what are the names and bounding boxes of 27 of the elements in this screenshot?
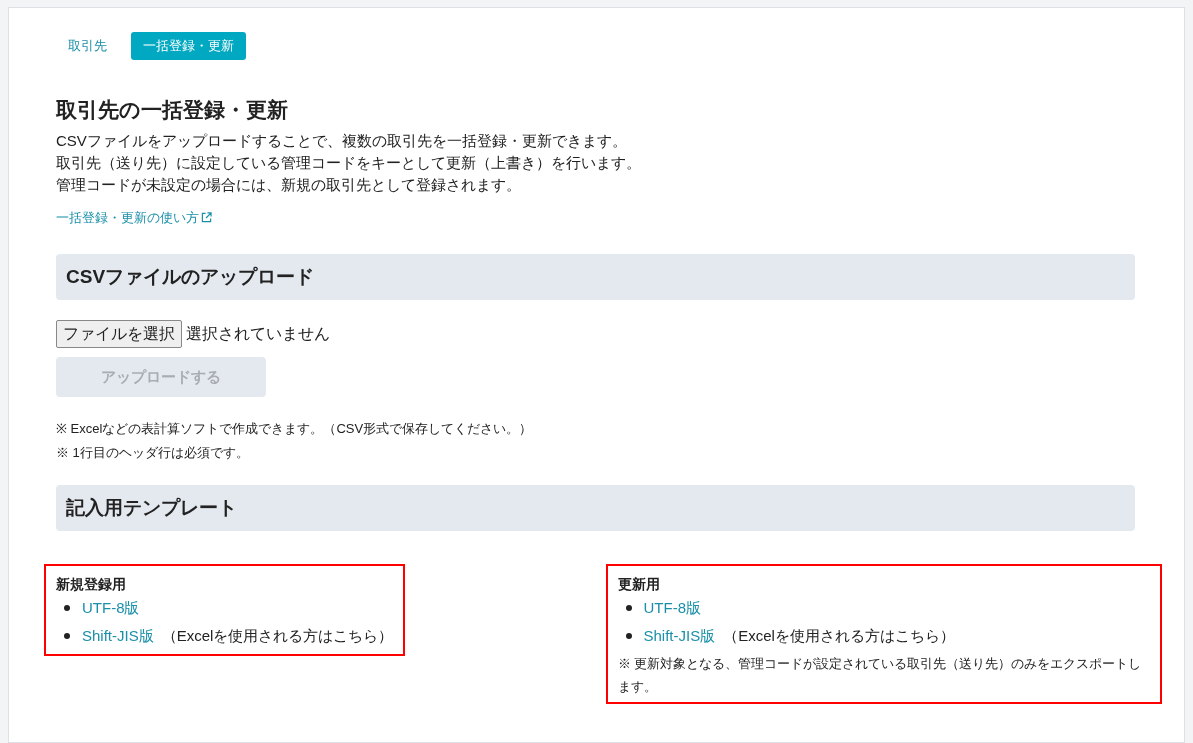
bullet-icon [64, 633, 70, 639]
description-line: 管理コードが未設定の場合には、新規の取引先として登録されます。 [56, 174, 522, 195]
download-link[interactable]: Shift-JIS版 [82, 624, 154, 648]
external-link-icon [201, 211, 212, 223]
page-title: 取引先の一括登録・更新 [56, 97, 289, 123]
file-status: 選択されていません [186, 324, 330, 344]
bullet-icon [625, 633, 632, 639]
help-link[interactable]: 一括登録・更新の使い方 [56, 207, 199, 227]
group-title: 更新用 [617, 575, 661, 594]
choose-file-button[interactable]: ファイルを選択 [56, 320, 182, 348]
description-line: CSVファイルをアップロードすることで、複数の取引先を一括登録・更新できます。 [56, 130, 628, 151]
group-title: 新規登録用 [56, 575, 127, 594]
note-text: ※ 更新対象となる、管理コードが設定されている取引先（送り先）のみをエクスポートします。 [617, 655, 1143, 696]
download-link[interactable]: Shift-JIS版 [643, 624, 716, 648]
bullet-icon [625, 605, 632, 611]
note-text: ※ 1行目のヘッダ行は必須です。 [56, 444, 250, 462]
link-note: （Excelを使用される方はこちら） [723, 625, 955, 646]
bullet-icon [64, 605, 70, 611]
download-link[interactable]: UTF-8版 [643, 596, 701, 620]
tab[interactable]: 取引先 [56, 32, 119, 60]
download-link[interactable]: UTF-8版 [82, 596, 140, 620]
note-text: ※ Excelなどの表計算ソフトで作成できます。（CSV形式で保存してください。） [56, 420, 534, 438]
section-header: 記入用テンプレート [56, 485, 1135, 531]
link-note: （Excelを使用される方はこちら） [161, 625, 394, 646]
tab[interactable]: 一括登録・更新 [131, 32, 246, 60]
section-header: CSVファイルのアップロード [56, 254, 1135, 300]
description-line: 取引先（送り先）に設定している管理コードをキーとして更新（上書き）を行います。 [56, 152, 642, 173]
